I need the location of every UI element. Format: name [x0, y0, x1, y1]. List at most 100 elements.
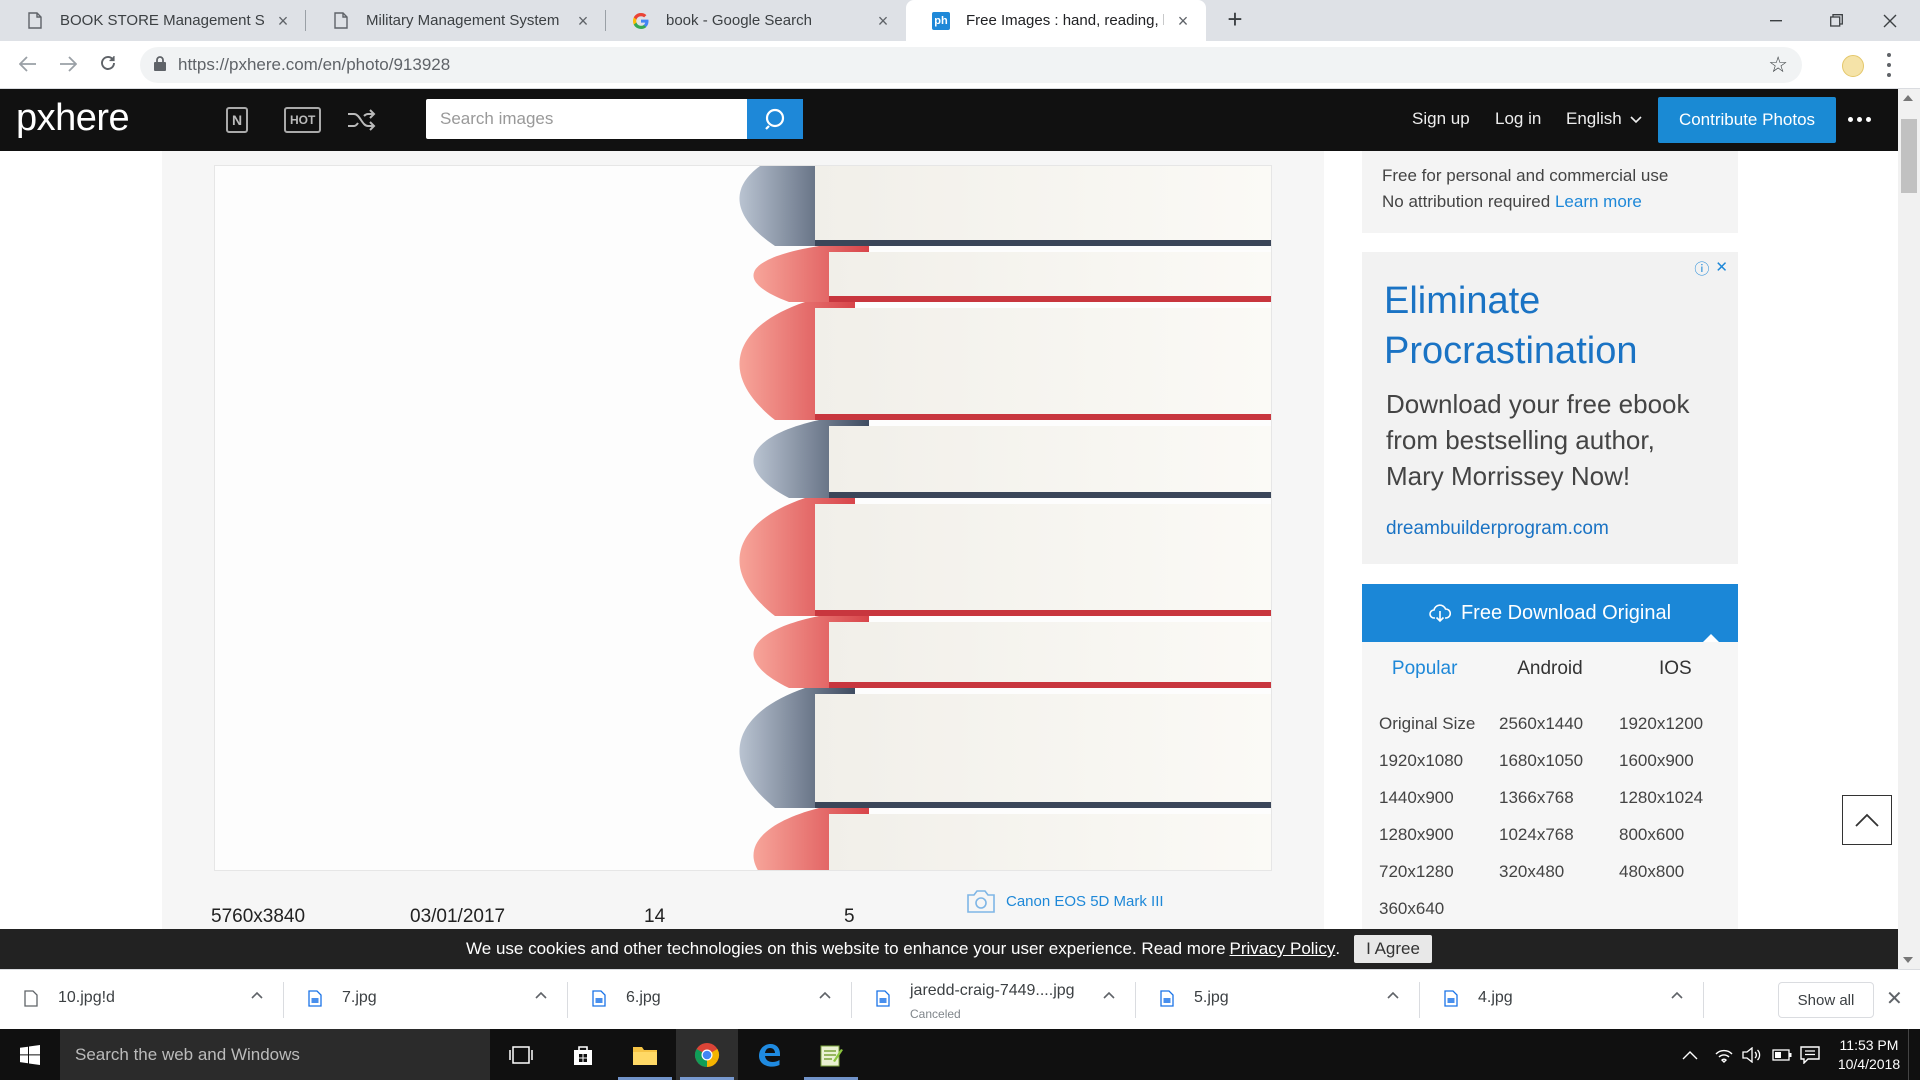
close-icon[interactable]: ×	[1174, 12, 1192, 30]
cookie-agree-button[interactable]: I Agree	[1354, 935, 1432, 963]
address-bar[interactable]: https://pxhere.com/en/photo/913928 ☆	[140, 47, 1802, 83]
restore-button[interactable]	[1806, 0, 1866, 41]
size-option[interactable]: 1600x900	[1619, 750, 1739, 772]
chevron-up-icon[interactable]	[1670, 988, 1684, 1002]
size-option[interactable]: 320x480	[1499, 861, 1619, 883]
camera-link[interactable]: Canon EOS 5D Mark III	[966, 888, 1164, 914]
notifications-icon[interactable]	[1800, 1029, 1820, 1080]
site-logo[interactable]: pxhere	[16, 97, 130, 140]
privacy-policy-link[interactable]: Privacy Policy	[1230, 939, 1336, 959]
chevron-up-icon[interactable]	[1386, 988, 1400, 1002]
login-link[interactable]: Log in	[1495, 109, 1541, 129]
download-item[interactable]: jaredd-craig-7449....jpg Canceled	[852, 970, 1136, 1030]
profile-avatar[interactable]	[1842, 55, 1864, 77]
edge-icon[interactable]	[738, 1029, 800, 1080]
new-photos-icon[interactable]: N	[226, 105, 249, 135]
volume-icon[interactable]	[1742, 1029, 1762, 1080]
search-input[interactable]	[426, 99, 748, 139]
system-clock[interactable]: 11:53 PM 10/4/2018	[1830, 1036, 1908, 1074]
shuffle-icon[interactable]	[346, 105, 378, 135]
size-option[interactable]: 2560x1440	[1499, 713, 1619, 735]
tab-pxhere[interactable]: ph Free Images : hand, reading, line, ×	[906, 0, 1206, 41]
store-icon[interactable]	[552, 1029, 614, 1080]
size-option[interactable]: 1920x1080	[1379, 750, 1499, 772]
hot-photos-icon[interactable]: HOT	[284, 105, 322, 135]
tab-ios[interactable]: IOS	[1613, 658, 1738, 680]
bookmark-star-icon[interactable]: ☆	[1768, 53, 1788, 77]
battery-icon[interactable]	[1772, 1029, 1792, 1080]
book-stack-photo[interactable]	[214, 165, 1272, 871]
book-cover-edge	[829, 682, 1271, 688]
size-option[interactable]: 1024x768	[1499, 824, 1619, 846]
chevron-down-icon	[1629, 116, 1642, 124]
tab-label: Free Images : hand, reading, line,	[966, 12, 1164, 29]
browser-menu-icon[interactable]	[1886, 53, 1892, 77]
tab-popular[interactable]: Popular	[1362, 658, 1487, 680]
free-download-label: Free Download Original	[1460, 601, 1672, 624]
download-item[interactable]: 5.jpg	[1136, 970, 1420, 1030]
tab-google-search[interactable]: book - Google Search ×	[606, 0, 906, 41]
wifi-icon[interactable]	[1714, 1029, 1734, 1080]
download-item[interactable]: 10.jpg!d	[0, 970, 284, 1030]
size-option[interactable]: 360x640	[1379, 898, 1499, 920]
scroll-to-top-button[interactable]	[1842, 795, 1892, 845]
chevron-up-icon[interactable]	[250, 988, 264, 1002]
contribute-photos-button[interactable]: Contribute Photos	[1658, 97, 1836, 143]
size-option[interactable]: 800x600	[1619, 824, 1739, 846]
show-desktop-button[interactable]	[1908, 1029, 1920, 1080]
show-all-button[interactable]: Show all	[1778, 982, 1874, 1018]
close-window-button[interactable]	[1860, 0, 1920, 41]
size-option[interactable]: Original Size	[1379, 713, 1499, 735]
chevron-up-icon	[1855, 813, 1879, 827]
tab-military[interactable]: Military Management System ×	[306, 0, 606, 41]
close-icon[interactable]: ×	[574, 12, 592, 30]
size-option[interactable]: 1680x1050	[1499, 750, 1619, 772]
download-item[interactable]: 6.jpg	[568, 970, 852, 1030]
minimize-button[interactable]	[1746, 0, 1806, 41]
chevron-up-icon[interactable]	[534, 988, 548, 1002]
signup-link[interactable]: Sign up	[1412, 109, 1470, 129]
chevron-up-icon[interactable]	[1102, 988, 1116, 1002]
file-explorer-icon[interactable]	[614, 1029, 676, 1080]
ad-close-icon[interactable]: ✕	[1715, 258, 1728, 279]
tab-android[interactable]: Android	[1487, 658, 1612, 680]
scroll-up-arrow-icon[interactable]	[1903, 95, 1913, 101]
chevron-up-icon[interactable]	[818, 988, 832, 1002]
scrollbar-thumb[interactable]	[1901, 119, 1917, 193]
notepad-plus-icon[interactable]	[800, 1029, 862, 1080]
scroll-down-arrow-icon[interactable]	[1903, 957, 1913, 963]
task-view-icon[interactable]	[490, 1029, 552, 1080]
size-option[interactable]: 1280x900	[1379, 824, 1499, 846]
chrome-icon[interactable]	[676, 1029, 738, 1080]
windows-start-button[interactable]	[0, 1029, 60, 1080]
back-arrow-icon[interactable]	[14, 51, 42, 79]
size-option[interactable]: 1280x1024	[1619, 787, 1739, 809]
size-option[interactable]: 1366x768	[1499, 787, 1619, 809]
show-hidden-icons-icon[interactable]	[1682, 1029, 1698, 1080]
reload-icon[interactable]	[94, 51, 122, 79]
free-download-button[interactable]: Free Download Original	[1362, 584, 1738, 643]
advertisement[interactable]: ⓘ ✕ Eliminate Procrastination Download y…	[1362, 252, 1738, 564]
taskbar-search[interactable]: Search the web and Windows	[60, 1029, 490, 1080]
learn-more-link[interactable]: Learn more	[1555, 192, 1642, 211]
size-option[interactable]: 480x800	[1619, 861, 1739, 883]
ad-link[interactable]: dreambuilderprogram.com	[1384, 518, 1716, 540]
size-option[interactable]: 1440x900	[1379, 787, 1499, 809]
close-shelf-icon[interactable]: ✕	[1886, 986, 1903, 1011]
close-icon[interactable]: ×	[274, 12, 292, 30]
tab-book-store[interactable]: BOOK STORE Management Syste ×	[0, 0, 306, 41]
download-item[interactable]: 7.jpg	[284, 970, 568, 1030]
size-option[interactable]: 1920x1200	[1619, 713, 1739, 735]
forward-arrow-icon[interactable]	[54, 51, 82, 79]
windows-taskbar: Search the web and Windows 11:53 PM 10/4…	[0, 1029, 1920, 1080]
search-button[interactable]	[747, 99, 803, 139]
language-selector[interactable]: English	[1566, 109, 1642, 129]
more-menu-icon[interactable]	[1848, 117, 1871, 122]
download-item[interactable]: 4.jpg	[1420, 970, 1704, 1030]
page-scrollbar[interactable]	[1898, 89, 1920, 969]
book-cover-edge	[829, 296, 1271, 302]
new-tab-button[interactable]: +	[1222, 6, 1248, 33]
close-icon[interactable]: ×	[874, 12, 892, 30]
size-option[interactable]: 720x1280	[1379, 861, 1499, 883]
ad-info-icon[interactable]: ⓘ	[1694, 258, 1709, 279]
